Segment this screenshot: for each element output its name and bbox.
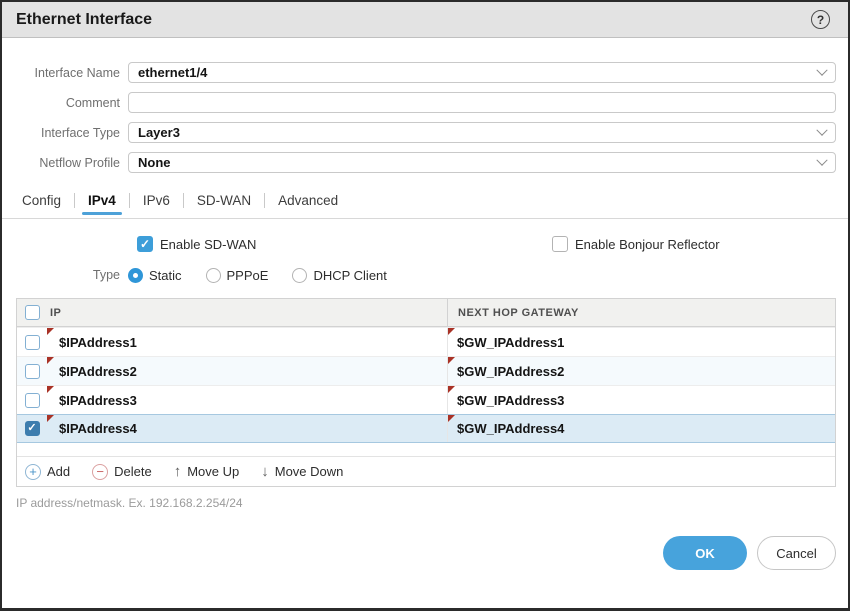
checkbox-checked-icon: ✓ <box>137 236 153 252</box>
variable-flag-icon <box>47 328 54 335</box>
variable-flag-icon <box>47 386 54 393</box>
table-row[interactable]: $IPAddress1 $GW_IPAddress1 <box>17 327 835 356</box>
ok-button[interactable]: OK <box>663 536 747 570</box>
gateway-cell[interactable]: $GW_IPAddress2 <box>447 357 835 385</box>
add-icon: + <box>25 464 41 480</box>
type-label: Type <box>16 268 128 282</box>
gateway-cell[interactable]: $GW_IPAddress1 <box>447 328 835 356</box>
variable-flag-icon <box>448 328 455 335</box>
table-header: IP NEXT HOP GATEWAY <box>17 299 835 327</box>
tab-config[interactable]: Config <box>16 193 74 208</box>
row-checkbox[interactable] <box>25 393 40 408</box>
table-row-selected[interactable]: ✓ $IPAddress4 $GW_IPAddress4 <box>17 414 835 443</box>
variable-flag-icon <box>448 357 455 364</box>
enable-sdwan-label: Enable SD-WAN <box>160 237 256 252</box>
variable-flag-icon <box>448 386 455 393</box>
radio-static-label: Static <box>149 268 182 283</box>
tab-separator-line <box>2 218 848 219</box>
ip-address-table: IP NEXT HOP GATEWAY $IPAddress1 $GW_IPAd… <box>16 298 836 487</box>
checkbox-row: ✓ Enable SD-WAN Enable Bonjour Reflector <box>16 236 836 256</box>
enable-sdwan-checkbox[interactable]: ✓ Enable SD-WAN <box>137 236 256 252</box>
ip-cell[interactable]: $IPAddress1 <box>47 328 447 356</box>
table-toolbar: + Add − Delete ↑ Move Up ↓ Move Down <box>17 456 835 486</box>
ip-cell[interactable]: $IPAddress2 <box>47 357 447 385</box>
radio-unselected-icon <box>292 268 307 283</box>
radio-unselected-icon <box>206 268 221 283</box>
tab-sdwan[interactable]: SD-WAN <box>184 193 264 208</box>
interface-type-select[interactable]: Layer3 <box>128 122 836 143</box>
form-row-comment: Comment <box>16 92 836 113</box>
interface-name-label: Interface Name <box>16 66 128 80</box>
ip-cell[interactable]: $IPAddress3 <box>47 386 447 414</box>
column-header-next-hop-gateway[interactable]: NEXT HOP GATEWAY <box>447 299 835 326</box>
add-button[interactable]: + Add <box>25 464 70 480</box>
chevron-down-icon <box>816 154 827 165</box>
arrow-down-icon: ↓ <box>261 464 269 479</box>
ip-format-hint: IP address/netmask. Ex. 192.168.2.254/24 <box>16 496 836 510</box>
interface-type-value: Layer3 <box>138 125 180 140</box>
help-icon[interactable]: ? <box>811 10 830 29</box>
netflow-profile-label: Netflow Profile <box>16 156 128 170</box>
chevron-down-icon <box>816 124 827 135</box>
delete-button[interactable]: − Delete <box>92 464 152 480</box>
radio-dhcp-label: DHCP Client <box>313 268 386 283</box>
gateway-cell[interactable]: $GW_IPAddress3 <box>447 386 835 414</box>
ip-cell[interactable]: $IPAddress4 <box>47 415 447 442</box>
radio-static[interactable]: Static <box>128 268 182 283</box>
move-up-button[interactable]: ↑ Move Up <box>174 464 240 479</box>
interface-name-select[interactable]: ethernet1/4 <box>128 62 836 83</box>
radio-pppoe[interactable]: PPPoE <box>206 268 269 283</box>
variable-flag-icon <box>47 357 54 364</box>
row-checkbox[interactable] <box>25 364 40 379</box>
tab-advanced[interactable]: Advanced <box>265 193 351 208</box>
tab-ipv6[interactable]: IPv6 <box>130 193 183 208</box>
interface-type-label: Interface Type <box>16 126 128 140</box>
enable-bonjour-checkbox[interactable]: Enable Bonjour Reflector <box>552 236 720 252</box>
dialog-footer: OK Cancel <box>663 536 836 570</box>
comment-input[interactable] <box>128 92 836 113</box>
variable-flag-icon <box>448 415 455 422</box>
netflow-profile-select[interactable]: None <box>128 152 836 173</box>
interface-form: Interface Name ethernet1/4 Comment Inter… <box>16 62 836 173</box>
form-row-interface-type: Interface Type Layer3 <box>16 122 836 143</box>
arrow-up-icon: ↑ <box>174 464 182 479</box>
dialog-body: Interface Name ethernet1/4 Comment Inter… <box>2 62 848 510</box>
enable-bonjour-label: Enable Bonjour Reflector <box>575 237 720 252</box>
tab-bar: Config IPv4 IPv6 SD-WAN Advanced <box>16 188 836 212</box>
delete-icon: − <box>92 464 108 480</box>
radio-selected-icon <box>128 268 143 283</box>
checkbox-unchecked-icon <box>552 236 568 252</box>
row-checkbox-checked[interactable]: ✓ <box>25 421 40 436</box>
gateway-cell[interactable]: $GW_IPAddress4 <box>447 415 835 442</box>
radio-dhcp-client[interactable]: DHCP Client <box>292 268 386 283</box>
interface-name-value: ethernet1/4 <box>138 65 207 80</box>
table-row[interactable]: $IPAddress3 $GW_IPAddress3 <box>17 385 835 414</box>
move-down-button[interactable]: ↓ Move Down <box>261 464 343 479</box>
form-row-netflow-profile: Netflow Profile None <box>16 152 836 173</box>
chevron-down-icon <box>816 64 827 75</box>
header-checkbox-cell <box>17 299 47 326</box>
table-empty-area <box>17 443 835 456</box>
dialog-title: Ethernet Interface <box>16 11 152 29</box>
ethernet-interface-dialog: Ethernet Interface ? Interface Name ethe… <box>0 0 850 611</box>
form-row-interface-name: Interface Name ethernet1/4 <box>16 62 836 83</box>
select-all-checkbox[interactable] <box>25 305 40 320</box>
cancel-button[interactable]: Cancel <box>757 536 836 570</box>
dialog-titlebar: Ethernet Interface ? <box>2 2 848 38</box>
column-header-ip[interactable]: IP <box>47 299 447 326</box>
table-row[interactable]: $IPAddress2 $GW_IPAddress2 <box>17 356 835 385</box>
comment-label: Comment <box>16 96 128 110</box>
row-checkbox[interactable] <box>25 335 40 350</box>
radio-pppoe-label: PPPoE <box>227 268 269 283</box>
tab-ipv4[interactable]: IPv4 <box>75 193 129 208</box>
type-radio-row: Type Static PPPoE DHCP Client <box>16 265 836 285</box>
netflow-profile-value: None <box>138 155 171 170</box>
variable-flag-icon <box>47 415 54 422</box>
